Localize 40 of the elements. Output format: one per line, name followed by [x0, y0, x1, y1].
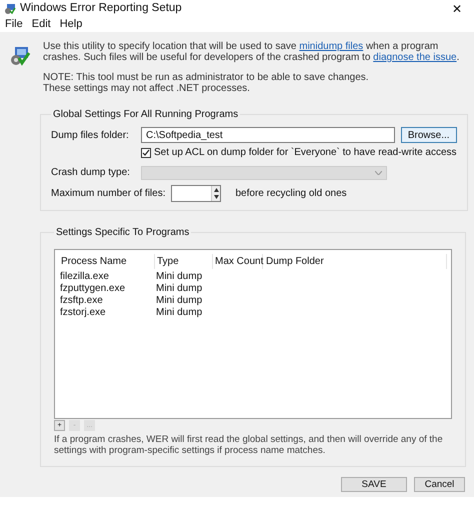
column-header[interactable]: Max Count — [213, 254, 263, 268]
column-header[interactable]: Dump Folder — [263, 254, 447, 268]
diagnose-link[interactable]: diagnose the issue — [373, 52, 457, 63]
field-label: Crash dump type: — [51, 166, 131, 180]
table-cell-text: fzputtygen.exe — [59, 282, 126, 296]
menu-item[interactable]: Edit — [32, 16, 51, 32]
note-text: NOTE: This tool must be run as administrator to be able to save changes. — [43, 72, 370, 83]
table-cell-text: filezilla.exe — [59, 270, 110, 284]
note-text: These settings may not affect .NET processes. — [43, 83, 251, 94]
menu-item[interactable]: Help — [60, 16, 82, 32]
table-cell-text: Mini dump — [155, 282, 204, 296]
table-cell-text: fzstorj.exe — [59, 306, 107, 320]
group-title: Global Settings For All Running Programs — [52, 108, 240, 122]
browse-button[interactable]: Browse... — [400, 127, 457, 143]
max-files-spinner[interactable] — [171, 185, 222, 202]
close-button[interactable]: ✕ — [444, 0, 470, 18]
table-cell-text: Mini dump — [155, 270, 204, 284]
intro-text: Use this utility to specify location that will be used to save minidump files when a program crashes. Such files will be useful for developers of the crashed program to diagnose the issue. — [43, 41, 460, 63]
field-label: Maximum number of files: — [51, 187, 166, 201]
table-cell-text: fzsftp.exe — [59, 294, 104, 308]
up-arrow-icon — [214, 188, 219, 192]
app-icon — [4, 2, 16, 14]
folder-field[interactable]: C:\Softpedia_test — [141, 127, 395, 143]
acl-checkbox[interactable]: Set up ACL on dump folder for `Everyone` to have read-write access — [141, 145, 457, 160]
field-label: Dump files folder: — [51, 128, 130, 142]
suffix-text: before recycling old ones — [235, 187, 347, 201]
gear-check-icon — [9, 45, 31, 67]
minidump-link[interactable]: minidump files — [299, 41, 364, 52]
hint-text: If a program crashes, WER will first read the global settings, and then will override any of the settings with program-specific settings if process name matches. — [54, 434, 444, 456]
chevron-icon — [375, 170, 382, 174]
window-title: Windows Error Reporting Setup — [20, 0, 182, 16]
group-title: Settings Specific To Programs — [55, 226, 190, 240]
dialog-button[interactable]: SAVE — [341, 477, 407, 492]
down-arrow-icon — [214, 195, 219, 199]
table-cell-text: Mini dump — [155, 294, 204, 308]
table-cell-text: Mini dump — [155, 306, 204, 320]
column-header[interactable]: Process Name — [59, 254, 155, 268]
column-header[interactable]: Type — [155, 254, 213, 268]
menu-item[interactable]: File — [5, 16, 23, 32]
dialog-button[interactable]: Cancel — [414, 477, 465, 492]
